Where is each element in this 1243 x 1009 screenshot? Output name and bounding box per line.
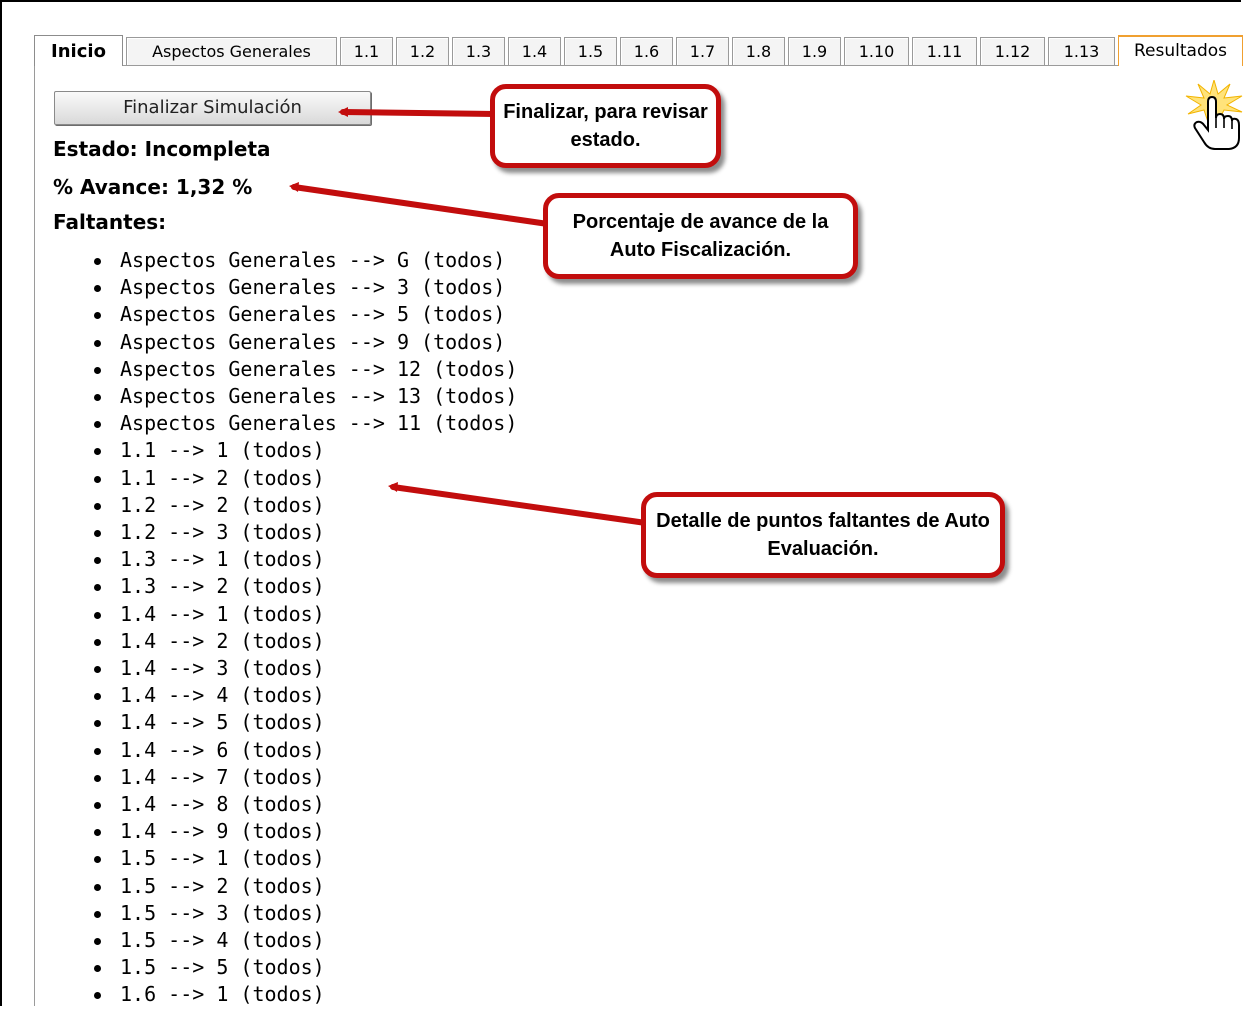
- progress-text: % Avance: 1,32 %: [53, 175, 253, 199]
- finalizar-simulacion-button[interactable]: Finalizar Simulación: [54, 91, 371, 125]
- hand-pointer-cursor-icon: [1185, 80, 1243, 150]
- tab-aspectos-generales[interactable]: Aspectos Generales: [126, 37, 337, 65]
- missing-item: Aspectos Generales --> 11 (todos): [93, 410, 517, 437]
- tab-1-3[interactable]: 1.3: [452, 37, 505, 65]
- tab-1-8[interactable]: 1.8: [732, 37, 785, 65]
- tab-inicio[interactable]: Inicio: [34, 35, 123, 66]
- missing-item: 1.5 --> 5 (todos): [93, 954, 517, 981]
- missing-item: 1.5 --> 1 (todos): [93, 845, 517, 872]
- missing-item: 1.4 --> 1 (todos): [93, 601, 517, 628]
- missing-item: 1.3 --> 2 (todos): [93, 573, 517, 600]
- tab-1-1[interactable]: 1.1: [340, 37, 393, 65]
- callout-detalle: Detalle de puntos faltantes de Auto Eval…: [641, 492, 1005, 578]
- missing-items-list: Aspectos Generales --> G (todos) Aspectos…: [93, 247, 517, 1009]
- missing-item: 1.4 --> 5 (todos): [93, 709, 517, 736]
- missing-item: 1.4 --> 4 (todos): [93, 682, 517, 709]
- content-left-edge: [34, 66, 35, 1006]
- tab-1-11[interactable]: 1.11: [912, 37, 977, 65]
- tab-1-4[interactable]: 1.4: [508, 37, 561, 65]
- missing-item: Aspectos Generales --> 9 (todos): [93, 329, 517, 356]
- missing-item: Aspectos Generales --> 12 (todos): [93, 356, 517, 383]
- missing-item: 1.4 --> 9 (todos): [93, 818, 517, 845]
- status-text: Estado: Incompleta: [53, 137, 271, 161]
- tab-1-7[interactable]: 1.7: [676, 37, 729, 65]
- missing-item: 1.5 --> 2 (todos): [93, 873, 517, 900]
- missing-item: Aspectos Generales --> 13 (todos): [93, 383, 517, 410]
- missing-item: 1.4 --> 7 (todos): [93, 764, 517, 791]
- tab-1-12[interactable]: 1.12: [980, 37, 1045, 65]
- missing-item: 1.4 --> 6 (todos): [93, 737, 517, 764]
- tab-1-5[interactable]: 1.5: [564, 37, 617, 65]
- missing-item: 1.5 --> 3 (todos): [93, 900, 517, 927]
- missing-item: 1.2 --> 3 (todos): [93, 519, 517, 546]
- tab-bar: Inicio Aspectos Generales 1.1 1.2 1.3 1.…: [34, 35, 1243, 66]
- tab-resultados[interactable]: Resultados: [1118, 35, 1243, 66]
- missing-heading: Faltantes:: [53, 210, 167, 234]
- missing-item: 1.5 --> 4 (todos): [93, 927, 517, 954]
- missing-item: 1.2 --> 2 (todos): [93, 492, 517, 519]
- missing-item: Aspectos Generales --> G (todos): [93, 247, 517, 274]
- missing-item: 1.1 --> 2 (todos): [93, 465, 517, 492]
- missing-item: Aspectos Generales --> 3 (todos): [93, 274, 517, 301]
- missing-item: 1.4 --> 8 (todos): [93, 791, 517, 818]
- tab-1-10[interactable]: 1.10: [844, 37, 909, 65]
- missing-item: 1.6 --> 1 (todos): [93, 981, 517, 1008]
- missing-item: 1.4 --> 3 (todos): [93, 655, 517, 682]
- missing-item: 1.3 --> 1 (todos): [93, 546, 517, 573]
- tab-1-9[interactable]: 1.9: [788, 37, 841, 65]
- callout-finalizar: Finalizar, para revisar estado.: [490, 84, 721, 168]
- tab-1-6[interactable]: 1.6: [620, 37, 673, 65]
- tab-1-13[interactable]: 1.13: [1048, 37, 1115, 65]
- callout-porcentaje: Porcentaje de avance de la Auto Fiscaliz…: [543, 193, 858, 279]
- missing-item: 1.1 --> 1 (todos): [93, 437, 517, 464]
- missing-item: Aspectos Generales --> 5 (todos): [93, 301, 517, 328]
- tab-1-2[interactable]: 1.2: [396, 37, 449, 65]
- missing-item: 1.4 --> 2 (todos): [93, 628, 517, 655]
